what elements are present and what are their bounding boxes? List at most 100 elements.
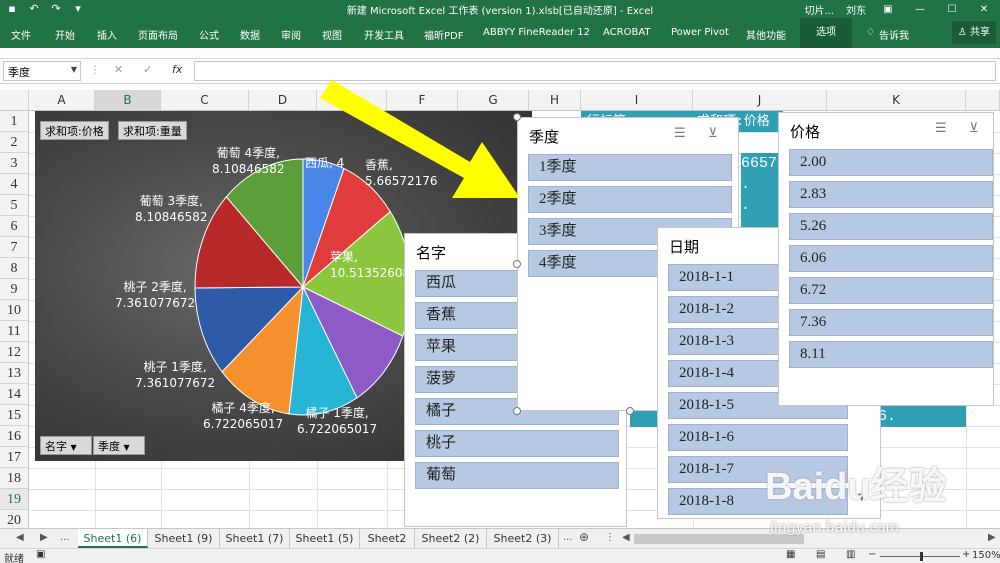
cancel-icon[interactable]: ✕ (114, 63, 123, 76)
col-header[interactable]: J (693, 90, 827, 111)
tab-options[interactable]: 选项 (800, 18, 852, 48)
row-header[interactable]: 4 (0, 174, 29, 195)
function-icon[interactable]: fx (172, 63, 182, 76)
slicer-item[interactable]: 桃子 (415, 430, 619, 457)
tab-formulas[interactable]: 公式 (199, 27, 219, 42)
tab-other[interactable]: 其他功能 (746, 27, 786, 42)
row-header[interactable]: 8 (0, 258, 29, 279)
row-header[interactable]: 12 (0, 342, 29, 363)
axis-field-button-quarter[interactable]: 季度 ▼ (93, 436, 145, 455)
zoom-in-icon[interactable]: + (962, 549, 970, 560)
tell-me-search[interactable]: 告诉我 (879, 27, 909, 42)
row-header[interactable]: 19 (0, 489, 29, 510)
tab-home[interactable]: 开始 (55, 27, 75, 42)
zoom-out-icon[interactable]: − (868, 549, 876, 560)
name-box[interactable]: 季度 ▼ (3, 61, 81, 81)
select-all-corner[interactable] (0, 90, 29, 111)
row-header[interactable]: 13 (0, 363, 29, 384)
tab-data[interactable]: 数据 (240, 27, 260, 42)
tab-file[interactable]: 文件 (11, 27, 31, 42)
row-header[interactable]: 6 (0, 216, 29, 237)
tab-acrobat[interactable]: ACROBAT (603, 27, 651, 38)
pivot-value-cell[interactable]: . 110 (741, 195, 781, 235)
slicer-item[interactable]: 2季度 (528, 186, 732, 213)
row-header[interactable]: 1 (0, 111, 29, 132)
formula-input[interactable] (194, 61, 996, 81)
scroll-left-icon[interactable]: ◀ (622, 532, 630, 543)
drag-handle-icon[interactable]: ⋮ (90, 65, 100, 76)
row-header[interactable]: 18 (0, 468, 29, 489)
more-sheets-icon[interactable]: ... (60, 532, 70, 543)
slicer-item[interactable]: 6.06 (789, 245, 993, 272)
multi-select-icon[interactable]: ☰ (674, 126, 686, 141)
clear-filter-icon[interactable]: ⊻ (969, 121, 979, 136)
tab-foxit-pdf[interactable]: 福昕PDF (424, 27, 463, 42)
col-header[interactable]: K (827, 90, 966, 111)
slicer-item[interactable]: 2.00 (789, 149, 993, 176)
tab-abbyy[interactable]: ABBYY FineReader 12 (483, 27, 590, 38)
col-header[interactable]: A (29, 90, 95, 111)
row-header[interactable]: 14 (0, 384, 29, 405)
sheet-tab[interactable]: Sheet1 (5) (290, 529, 360, 548)
tab-insert[interactable]: 插入 (97, 27, 117, 42)
close-icon[interactable]: ✕ (968, 4, 1000, 15)
tab-power-pivot[interactable]: Power Pivot (671, 27, 729, 38)
row-header[interactable]: 11 (0, 321, 29, 342)
row-header[interactable]: 7 (0, 237, 29, 258)
col-header[interactable]: C (161, 90, 249, 111)
sheet-tab[interactable]: Sheet2 (2) (415, 529, 487, 548)
user-name[interactable]: 刘东 (840, 2, 872, 17)
sheet-tab[interactable]: Sheet1 (7) (220, 529, 290, 548)
tab-developer[interactable]: 开发工具 (364, 27, 404, 42)
resize-handle[interactable] (513, 407, 521, 415)
tab-view[interactable]: 视图 (322, 27, 342, 42)
slicer-item[interactable]: 2.83 (789, 181, 993, 208)
slicer-item[interactable]: 2018-1-6 (668, 424, 848, 451)
row-header[interactable]: 15 (0, 405, 29, 426)
axis-field-button-name[interactable]: 名字 ▼ (40, 436, 92, 455)
share-button[interactable]: ♙ 共享 (951, 21, 996, 44)
row-header[interactable]: 10 (0, 300, 29, 321)
pivot-value-cell[interactable]: 6657 (741, 153, 781, 174)
multi-select-icon[interactable]: ☰ (935, 121, 947, 136)
slicer-item[interactable]: 8.11 (789, 341, 993, 368)
tab-review[interactable]: 审阅 (281, 27, 301, 42)
ribbon-display-icon[interactable]: ▣ (872, 4, 904, 15)
clear-filter-icon[interactable]: ⊻ (708, 126, 718, 141)
col-header[interactable]: D (249, 90, 317, 111)
enter-icon[interactable]: ✓ (143, 63, 152, 76)
resize-handle[interactable] (513, 260, 521, 268)
sheet-tab[interactable]: Sheet1 (9) (148, 529, 220, 548)
add-sheet-icon[interactable]: ⊕ (579, 530, 589, 544)
next-sheet-icon[interactable]: ▶ (40, 532, 48, 543)
row-header[interactable]: 9 (0, 279, 29, 300)
zoom-level[interactable]: 150% (972, 550, 1000, 561)
scroll-right-icon[interactable]: ▶ (988, 532, 996, 543)
slicer-item[interactable]: 5.26 (789, 213, 993, 240)
chevron-down-icon[interactable]: ▼ (71, 65, 77, 74)
row-header[interactable]: 17 (0, 447, 29, 468)
split-handle-icon[interactable]: ⋮ (605, 532, 615, 543)
col-header[interactable]: I (581, 90, 693, 111)
row-header[interactable]: 16 (0, 426, 29, 447)
slicer-price[interactable]: 价格 ☰ ⊻ 2.00 2.83 5.26 6.06 6.72 7.36 8.1… (778, 112, 994, 406)
minimize-icon[interactable]: — (904, 4, 936, 15)
col-header-extra[interactable] (966, 90, 1000, 111)
more-sheets-right-icon[interactable]: ... (563, 532, 573, 543)
sheet-tab[interactable]: Sheet2 (3) (487, 529, 559, 548)
slicer-item[interactable]: 1季度 (528, 154, 732, 181)
pivot-value-cell[interactable]: . 513 (741, 174, 781, 214)
page-layout-view-icon[interactable]: ▤ (816, 549, 825, 560)
zoom-slider-thumb[interactable] (920, 552, 923, 561)
prev-sheet-icon[interactable]: ◀ (16, 532, 24, 543)
sheet-tab-active[interactable]: Sheet1 (6) (78, 529, 148, 548)
slicer-item[interactable]: 6.72 (789, 277, 993, 304)
macro-record-icon[interactable]: ▣ (36, 549, 45, 560)
col-header[interactable]: B (95, 90, 161, 111)
row-header[interactable]: 3 (0, 153, 29, 174)
maximize-icon[interactable]: ☐ (936, 4, 968, 15)
page-break-view-icon[interactable]: ▥ (846, 549, 855, 560)
tab-page-layout[interactable]: 页面布局 (138, 27, 178, 42)
row-header[interactable]: 5 (0, 195, 29, 216)
slicer-item[interactable]: 7.36 (789, 309, 993, 336)
